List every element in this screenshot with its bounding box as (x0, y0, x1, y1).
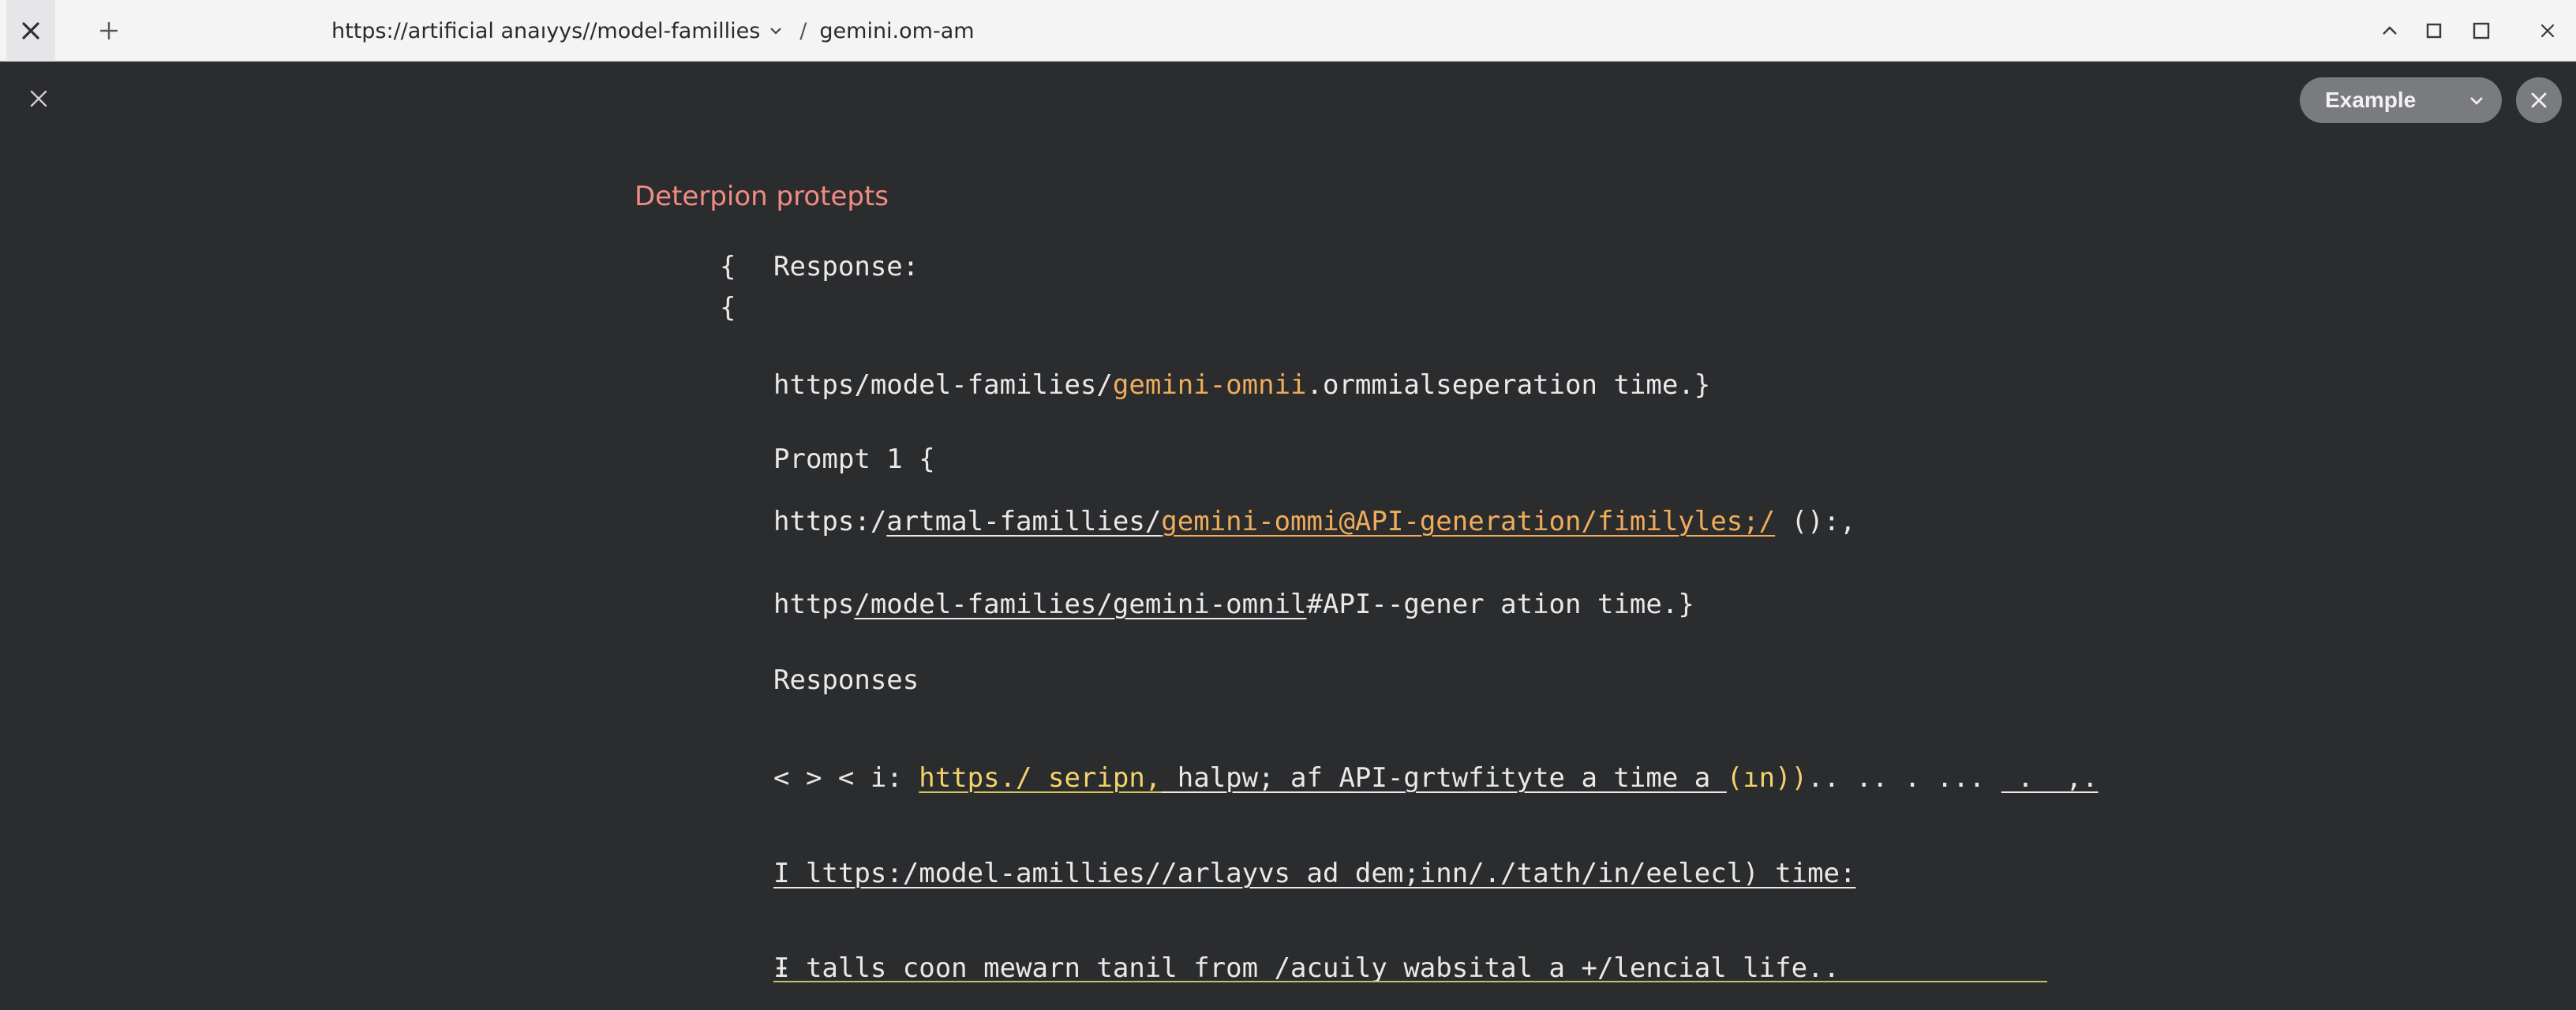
code-line: https:/artmal-famillies/gemini-ommi@API-… (773, 504, 1856, 539)
code-line: < > < i: https./ seripn, halpw; af API-g… (773, 761, 2099, 795)
url-separator: / (799, 18, 807, 43)
code-text: . ,. (2001, 762, 2099, 794)
code-text: #API--gener ation time.} (1306, 589, 1694, 620)
chevron-down-icon[interactable] (769, 26, 782, 36)
maximize-window-icon[interactable] (2459, 0, 2503, 62)
browser-titlebar: https://artiﬁcial anaıyys//model-familli… (0, 0, 2576, 62)
prompt-label: Prompt 1 { (773, 443, 935, 475)
code-link[interactable]: https./ seripn, (919, 762, 1161, 794)
section-heading: Deterpion protepts (635, 181, 889, 212)
close-tab-icon[interactable] (6, 0, 55, 62)
example-dropdown-label: Example (2325, 88, 2417, 112)
code-text: .. .. . ... (1807, 762, 2001, 794)
code-line: https/model-families/gemini-omnii.ormmia… (773, 368, 1710, 402)
code-text: https:/ (773, 506, 887, 537)
code-text: https (773, 589, 855, 620)
address-bar[interactable]: https://artiﬁcial anaıyys//model-familli… (331, 0, 975, 62)
code-text: https/model-families/ (773, 369, 1113, 401)
code-text: halpw; af API-grtwfityte a time a (1161, 762, 1727, 794)
code-text: (ın)) (1726, 762, 1808, 794)
code-link[interactable]: I lttps:/model-amillies//arlayvs ad dem;… (773, 858, 1855, 889)
close-window-icon[interactable] (2525, 0, 2570, 62)
overlay-close-button[interactable] (2516, 77, 2562, 123)
page-name: gemini.om-am (819, 18, 975, 43)
code-link[interactable]: gemini-ommi@API-generation/fimilyles;/ (1161, 506, 1775, 537)
code-line: https/model-families/gemini-omnil#API--g… (773, 587, 1694, 622)
code-line: I lttps:/model-amillies//arlayvs ad dem;… (773, 856, 1855, 891)
new-tab-icon[interactable] (85, 0, 133, 62)
code-text: < > < i: (773, 762, 919, 794)
open-brace: { (720, 251, 736, 282)
panel-close-icon[interactable] (22, 82, 55, 115)
response-label: Response: (773, 251, 919, 282)
chevron-down-icon (2469, 95, 2484, 106)
code-text: .ormmialseperation time.} (1306, 369, 1711, 401)
code-text: ():, (1775, 506, 1856, 537)
code-link[interactable]: artmal-famillies/ (886, 506, 1161, 537)
restore-window-icon[interactable] (2412, 0, 2456, 62)
chevron-up-icon[interactable] (2368, 0, 2412, 62)
code-link[interactable]: gemini-omnii (1113, 369, 1307, 401)
url-text: https://artiﬁcial anaıyys//model-familli… (331, 18, 761, 43)
responses-label: Responses (773, 664, 919, 696)
underline-rule (773, 981, 2047, 982)
close-icon (2531, 92, 2547, 108)
example-dropdown[interactable]: Example (2300, 77, 2502, 123)
open-brace: { (720, 292, 736, 324)
code-link[interactable]: /model-families/gemini-omnil (854, 589, 1306, 620)
